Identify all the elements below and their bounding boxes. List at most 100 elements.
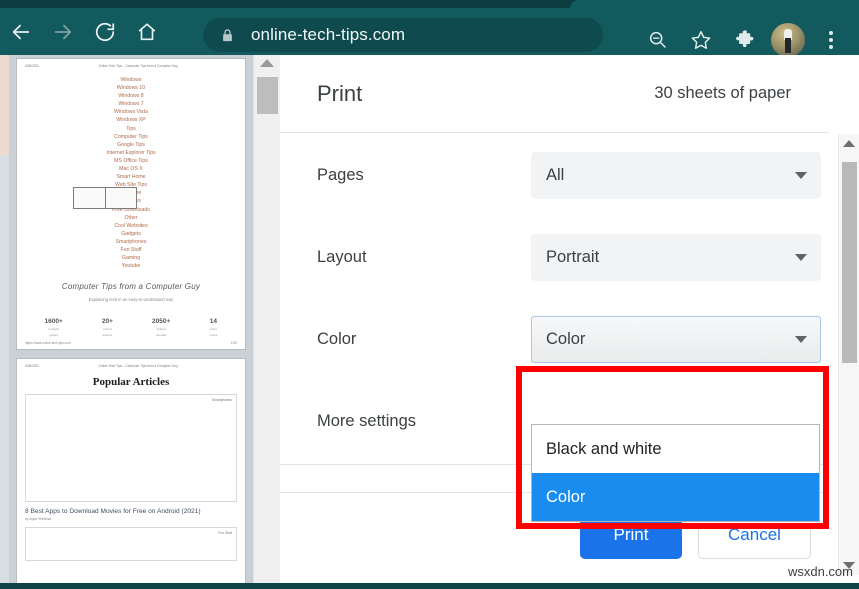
scrollbar-thumb[interactable] <box>257 77 278 114</box>
color-label: Color <box>317 330 531 349</box>
pages-select-value: All <box>546 166 564 185</box>
preview-link: MS Office Tips <box>25 157 237 165</box>
print-dialog-header: Print 30 sheets of paper <box>280 55 829 133</box>
stat-line1: shared <box>152 327 170 331</box>
stat-line1: expert <box>102 327 113 331</box>
preview-link-list: Windows Windows 10 Windows 8 Windows 7 W… <box>25 76 237 270</box>
print-settings-scrollbar[interactable] <box>838 134 859 575</box>
preview-link: Smartphones <box>25 238 237 246</box>
setting-row-pages: Pages All <box>280 134 829 216</box>
print-dialog-title: Print <box>317 81 362 107</box>
setting-row-layout: Layout Portrait <box>280 216 829 298</box>
setting-row-color: Color Color <box>280 298 829 380</box>
preview-stats: 1600+ in-depth guides 20+ expert authors… <box>25 318 237 337</box>
preview-site-title: Computer Tips from a Computer Guy <box>25 282 237 291</box>
preview-link: Windows <box>25 76 237 84</box>
stat-line2: guides <box>45 333 63 337</box>
preview-footer-page: 1/30 <box>231 341 237 345</box>
preview-page-header: 6/28/2021 Online Tech Tips – Computer Ti… <box>25 64 237 68</box>
preview-stat: 14 years online <box>209 318 217 337</box>
stat-line2: tutorials <box>152 333 170 337</box>
reload-button[interactable] <box>84 8 126 55</box>
scroll-up-arrow-icon[interactable] <box>260 59 274 67</box>
page-edge-highlight <box>0 55 9 155</box>
preview-article-tag: Fun Stuff <box>218 531 232 535</box>
browser-toolbar: online-tech-tips.com <box>0 8 859 55</box>
preview-link: Windows XP <box>25 116 237 124</box>
preview-link: Fun Stuff <box>25 246 237 254</box>
chevron-down-icon <box>795 336 807 343</box>
scroll-up-arrow-icon[interactable] <box>843 140 855 147</box>
layout-label: Layout <box>317 248 531 267</box>
preview-link: Google Tips <box>25 141 237 149</box>
preview-page-1: 6/28/2021 Online Tech Tips – Computer Ti… <box>17 59 245 349</box>
home-button[interactable] <box>126 8 168 55</box>
more-settings-label: More settings <box>317 412 531 431</box>
color-dropdown-options[interactable]: Black and white Color <box>531 424 820 522</box>
preview-link: Smart Home <box>25 173 237 181</box>
preview-scrollbar[interactable] <box>253 55 280 584</box>
lock-icon <box>220 27 235 44</box>
preview-link: Internet Explorer Tips <box>25 149 237 157</box>
color-select-value: Color <box>546 330 585 349</box>
preview-stat: 2050+ shared tutorials <box>152 318 170 337</box>
preview-site-subtitle: Explaining tech in an easy-to-understand… <box>25 297 237 302</box>
chevron-down-icon <box>795 172 807 179</box>
preview-header-title: Online Tech Tips – Computer Tips from a … <box>39 364 237 368</box>
sheets-of-paper-count: 30 sheets of paper <box>654 84 791 103</box>
preview-link: Cool Websites <box>25 222 237 230</box>
preview-footer-url: https://www.online-tech-tips.com <box>25 341 71 345</box>
preview-article-title: 8 Best Apps to Download Movies for Free … <box>25 508 237 515</box>
stat-line1: years <box>209 327 217 331</box>
back-button[interactable] <box>0 8 42 55</box>
preview-link: Tips <box>25 125 237 133</box>
color-option-color[interactable]: Color <box>532 473 819 521</box>
print-preview-pane: 6/28/2021 Online Tech Tips – Computer Ti… <box>9 55 253 584</box>
layout-select-value: Portrait <box>546 248 599 267</box>
stat-value: 14 <box>209 318 217 325</box>
stat-value: 20+ <box>102 318 113 325</box>
layout-select[interactable]: Portrait <box>531 234 821 281</box>
preview-page-footer: https://www.online-tech-tips.com 1/30 <box>25 341 237 345</box>
preview-link: Gadgets <box>25 230 237 238</box>
preview-stat: 1600+ in-depth guides <box>45 318 63 337</box>
preview-header-date: 6/28/2021 <box>25 364 39 368</box>
preview-popular-articles-heading: Popular Articles <box>25 376 237 388</box>
scrollbar-thumb[interactable] <box>842 162 857 363</box>
preview-header-date: 6/28/2021 <box>25 64 39 68</box>
profile-avatar[interactable] <box>771 23 805 57</box>
browser-window: online-tech-tips.com <box>0 0 859 589</box>
color-select[interactable]: Color <box>531 316 821 363</box>
preview-stat: 20+ expert authors <box>102 318 113 337</box>
stat-line2: online <box>209 333 217 337</box>
stat-value: 2050+ <box>152 318 170 325</box>
preview-link: Gaming <box>25 254 237 262</box>
preview-link: Windows Vista <box>25 108 237 116</box>
tab-strip <box>0 0 859 8</box>
preview-page-2: 6/28/2021 Online Tech Tips – Computer Ti… <box>17 359 245 584</box>
preview-article-author: by Arjun Sheikhar <box>25 517 237 521</box>
preview-article-tag: Smartphones <box>212 398 232 402</box>
forward-button[interactable] <box>42 8 84 55</box>
preview-article-card: Smartphones <box>25 394 237 502</box>
stat-value: 1600+ <box>45 318 63 325</box>
url-text: online-tech-tips.com <box>251 25 405 45</box>
preview-header-title: Online Tech Tips – Computer Tips from a … <box>39 64 237 68</box>
chevron-down-icon <box>795 254 807 261</box>
preview-page-header: 6/28/2021 Online Tech Tips – Computer Ti… <box>25 364 237 368</box>
preview-link: Windows 10 <box>25 84 237 92</box>
preview-article-card: Fun Stuff <box>25 527 237 561</box>
preview-placeholder-box <box>73 187 137 209</box>
color-option-black-and-white[interactable]: Black and white <box>532 425 819 473</box>
preview-link: Youtube <box>25 262 237 270</box>
stat-line1: in-depth <box>45 327 63 331</box>
address-bar[interactable]: online-tech-tips.com <box>203 18 603 52</box>
preview-link: Windows 8 <box>25 92 237 100</box>
preview-link: Other <box>25 214 237 222</box>
window-bottom-bar <box>0 583 859 589</box>
page-edge-strip <box>0 55 9 584</box>
page-content: 6/28/2021 Online Tech Tips – Computer Ti… <box>0 55 859 584</box>
preview-link: Mac OS X <box>25 165 237 173</box>
pages-label: Pages <box>317 166 531 185</box>
pages-select[interactable]: All <box>531 152 821 199</box>
